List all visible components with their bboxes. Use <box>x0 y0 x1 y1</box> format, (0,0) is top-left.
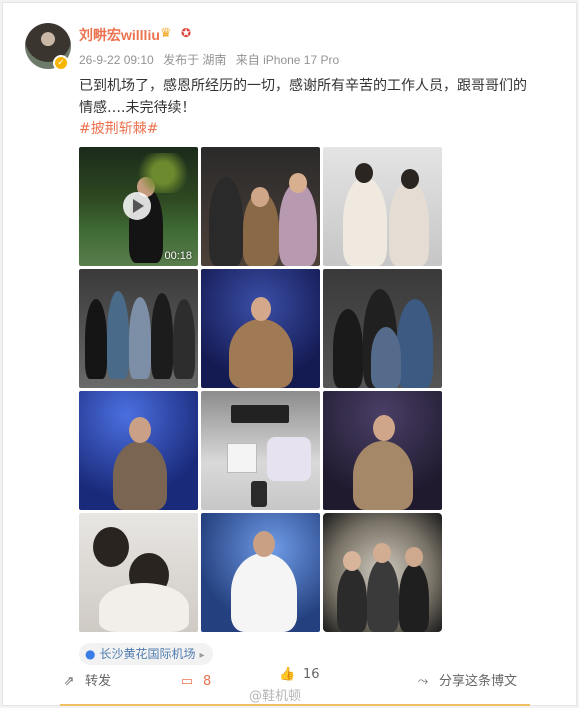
share-button[interactable]: ⤳ 分享这条博文 <box>415 672 517 692</box>
thumbs-up-icon: 👍 <box>279 667 296 682</box>
photo-4[interactable] <box>79 269 198 388</box>
photo-7[interactable] <box>79 391 198 510</box>
like-button[interactable]: 👍 16 <box>279 665 320 685</box>
verified-badge-icon: ✓ <box>53 55 69 71</box>
hashtag-link[interactable]: #披荆斩棘# <box>79 119 158 139</box>
medal-icon[interactable]: ✪ <box>181 26 191 40</box>
bottom-highlight-bar <box>60 704 530 706</box>
repost-label: 转发 <box>85 674 112 689</box>
photo-5[interactable] <box>201 269 320 388</box>
comment-button[interactable]: ▭ 8 <box>179 672 211 692</box>
repost-icon: ⇗ <box>63 674 75 689</box>
video-duration: 00:18 <box>164 250 192 262</box>
photo-9[interactable] <box>323 391 442 510</box>
post-meta: 26-9-22 09:10 发布于 湖南 来自 iPhone 17 Pro <box>79 51 345 68</box>
photo-11[interactable] <box>201 513 320 632</box>
photo-12[interactable] <box>323 513 442 632</box>
post-region: 发布于 湖南 <box>163 53 227 67</box>
repost-button[interactable]: ⇗ 转发 <box>61 672 111 692</box>
like-count: 16 <box>303 667 320 682</box>
share-icon: ⤳ <box>417 674 429 689</box>
crown-icon[interactable]: ♛ <box>160 26 172 41</box>
location-label: 长沙黄花国际机场 <box>99 647 196 661</box>
post-text: 已到机场了，感恩所经历的一切，感谢所有辛苦的工作人员，跟哥哥们的情感….未完待续… <box>79 78 527 116</box>
video-thumbnail[interactable]: 00:18 <box>79 147 198 266</box>
watermark-text: @鞋机顿 <box>249 689 302 704</box>
photo-8[interactable] <box>201 391 320 510</box>
share-label: 分享这条博文 <box>439 674 518 689</box>
post-device: 来自 iPhone 17 Pro <box>235 53 340 67</box>
photo-6[interactable] <box>323 269 442 388</box>
location-pin-icon: ● <box>85 647 96 661</box>
photo-3[interactable] <box>323 147 442 266</box>
weibo-post-card: ✓ 刘畊宏willliu ♛ ✪ 26-9-22 09:10 发布于 湖南 来自… <box>2 2 577 706</box>
photo-2[interactable] <box>201 147 320 266</box>
location-tag[interactable]: ● 长沙黄花国际机场 ▸ <box>79 643 213 665</box>
post-time[interactable]: 26-9-22 09:10 <box>79 53 154 67</box>
chevron-right-icon: ▸ <box>199 650 205 661</box>
author-name[interactable]: 刘畊宏willliu <box>79 25 160 45</box>
comment-icon: ▭ <box>180 674 194 689</box>
comment-count: 8 <box>203 674 212 689</box>
photo-10[interactable] <box>79 513 198 632</box>
photo-grid: 00:18 <box>79 147 443 635</box>
play-icon[interactable] <box>123 192 151 220</box>
